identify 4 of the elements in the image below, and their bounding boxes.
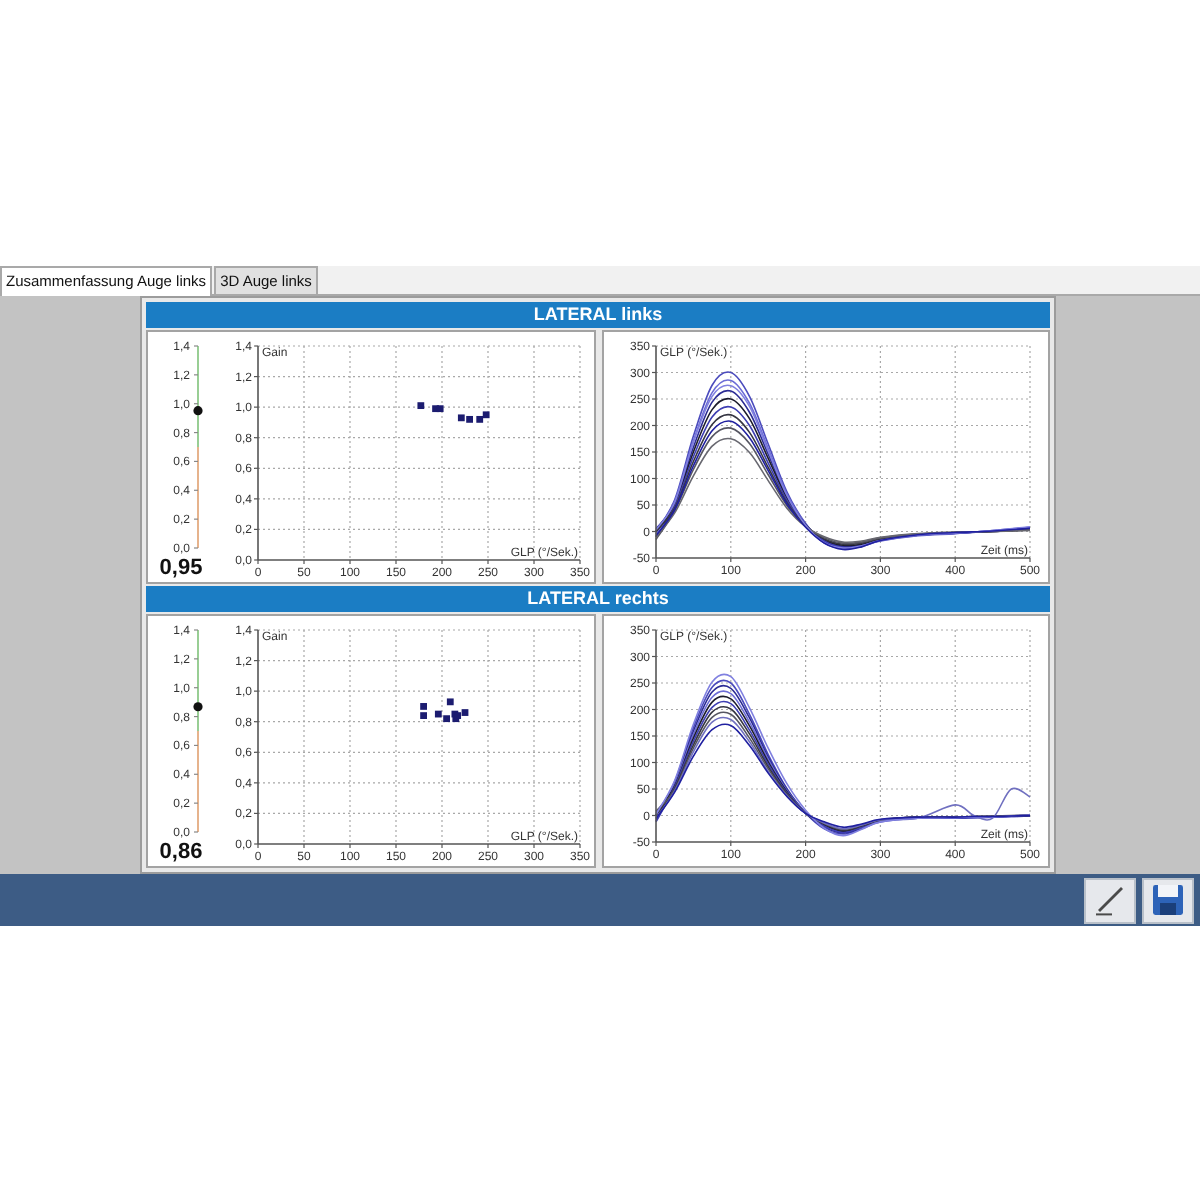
- gauge-reading: 0,86: [157, 838, 205, 866]
- gauge-reading: 0,95: [157, 554, 205, 582]
- section-header: LATERAL links: [146, 302, 1050, 328]
- section-header: LATERAL rechts: [146, 586, 1050, 612]
